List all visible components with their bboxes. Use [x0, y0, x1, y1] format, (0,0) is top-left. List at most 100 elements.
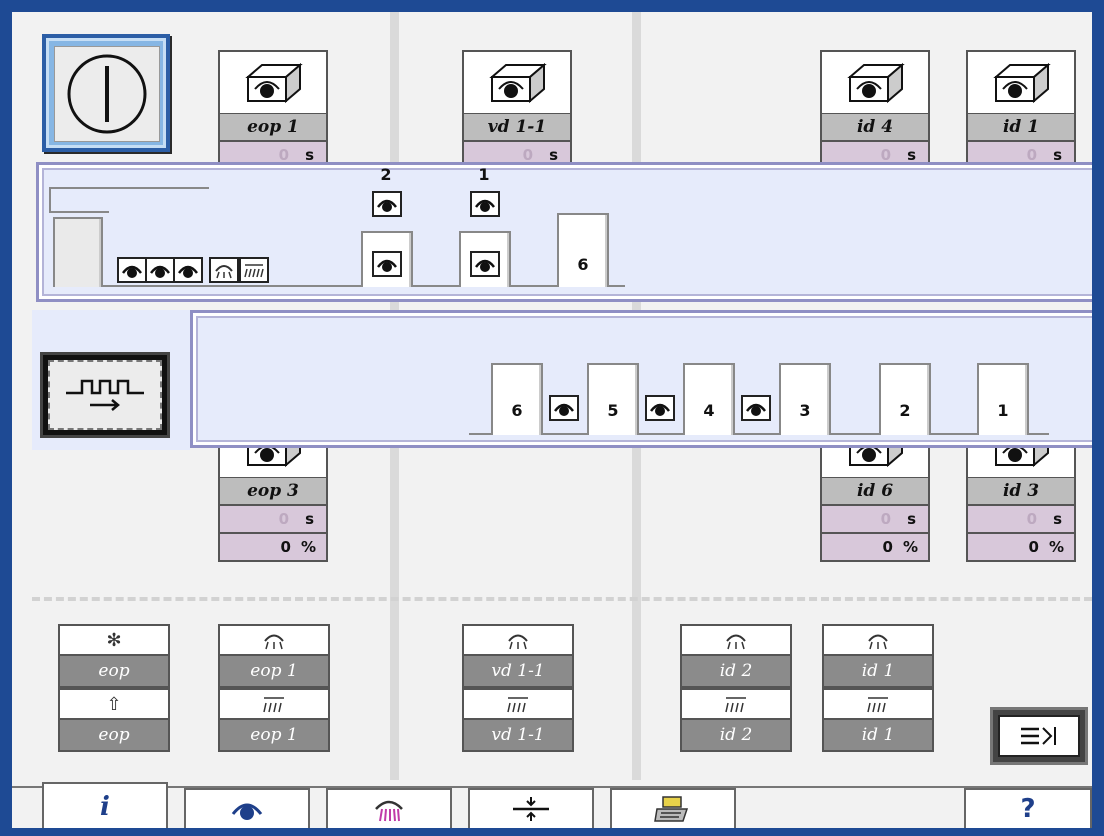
rail-line [49, 187, 51, 213]
sequence-number: 1 [997, 401, 1009, 420]
camera-label: eop 1 [218, 114, 328, 142]
camera-label: id 4 [820, 114, 930, 142]
control-label: eop 1 [218, 656, 330, 688]
control-label: vd 1-1 [462, 656, 574, 688]
help-icon: ? [1020, 794, 1036, 824]
pulse-icon [48, 360, 162, 430]
rail-line [469, 433, 1049, 435]
eye-icon [372, 251, 402, 277]
camera-eye-icon [231, 803, 263, 820]
loader-slot[interactable] [53, 217, 103, 287]
station-number: 1 [478, 165, 490, 184]
tab-info[interactable]: i [42, 782, 168, 828]
pulse-step-button[interactable] [40, 352, 170, 438]
power-button[interactable] [42, 34, 170, 152]
control-label: id 2 [680, 720, 792, 752]
camera-tile[interactable]: id 1 0s [966, 50, 1076, 170]
section-divider [32, 597, 1092, 601]
heater-button[interactable] [680, 688, 792, 720]
sequence-slot[interactable] [683, 363, 735, 435]
sequence-slot[interactable] [587, 363, 639, 435]
spray-button[interactable] [462, 624, 574, 656]
station-slot[interactable] [557, 213, 609, 287]
control-label: vd 1-1 [462, 720, 574, 752]
eye-icon [549, 395, 579, 421]
arrow-up-icon: ⇧ [106, 693, 122, 715]
camera-icon [820, 50, 930, 114]
list-step-icon [998, 715, 1080, 757]
camera-label: vd 1-1 [462, 114, 572, 142]
heater-button[interactable] [462, 688, 574, 720]
sequence-number: 5 [607, 401, 619, 420]
sequence-number: 6 [511, 401, 523, 420]
eye-icon [117, 257, 147, 283]
tab-printer[interactable] [610, 788, 736, 828]
camera-label: eop 3 [218, 478, 328, 506]
station-number: 2 [380, 165, 392, 184]
upload-button[interactable]: ⇧ [58, 688, 170, 720]
camera-seconds: 0s [218, 506, 328, 534]
spray-icon [726, 634, 746, 650]
heater-button[interactable] [218, 688, 330, 720]
heater-icon [867, 697, 888, 713]
spray-button[interactable] [680, 624, 792, 656]
camera-label: id 3 [966, 478, 1076, 506]
heater-icon [239, 257, 269, 283]
help-button[interactable]: ? [964, 788, 1092, 828]
control-label: id 2 [680, 656, 792, 688]
power-icon [54, 46, 160, 142]
control-label: eop 1 [218, 720, 330, 752]
heater-button[interactable] [822, 688, 934, 720]
tab-heating[interactable] [326, 788, 452, 828]
tab-split[interactable] [468, 788, 594, 828]
eye-icon [372, 191, 402, 217]
process-panel-bottom: 6 5 4 3 2 1 [190, 310, 1092, 448]
eye-icon [145, 257, 175, 283]
spray-icon [209, 257, 239, 283]
sequence-slot[interactable] [879, 363, 931, 435]
control-label: id 1 [822, 720, 934, 752]
camera-icon [462, 50, 572, 114]
eye-icon [173, 257, 203, 283]
heater-icon [507, 697, 528, 713]
split-icon [513, 797, 549, 821]
spray-button[interactable] [822, 624, 934, 656]
camera-seconds: 0s [966, 506, 1076, 534]
camera-tile[interactable]: eop 1 0s [218, 50, 328, 170]
camera-icon [218, 50, 328, 114]
eye-icon [470, 251, 500, 277]
spray-icon [264, 634, 284, 650]
rail-line [49, 187, 209, 189]
camera-percent: 0% [218, 534, 328, 562]
info-icon: i [100, 792, 110, 822]
printer-icon [654, 796, 689, 822]
camera-label: id 1 [966, 114, 1076, 142]
eye-icon [741, 395, 771, 421]
heater-icon [263, 697, 284, 713]
camera-percent: 0% [966, 534, 1076, 562]
snowflake-button[interactable]: ✻ [58, 624, 170, 656]
snowflake-icon: ✻ [106, 629, 122, 651]
process-panel-top: 2 1 6 [36, 162, 1092, 302]
sequence-slot[interactable] [977, 363, 1029, 435]
control-label: eop [58, 720, 170, 752]
sequence-number: 4 [703, 401, 715, 420]
spray-icon [868, 634, 888, 650]
camera-tile[interactable]: vd 1-1 0s [462, 50, 572, 170]
camera-tile[interactable]: id 4 0s [820, 50, 930, 170]
sequence-slot[interactable] [491, 363, 543, 435]
camera-seconds: 0s [820, 506, 930, 534]
sequence-number: 3 [799, 401, 811, 420]
eye-icon [645, 395, 675, 421]
eye-icon [470, 191, 500, 217]
heater-icon [375, 800, 403, 822]
control-label: eop [58, 656, 170, 688]
spray-button[interactable] [218, 624, 330, 656]
list-step-button[interactable] [990, 707, 1088, 765]
tab-camera[interactable] [184, 788, 310, 828]
rail-line [49, 211, 109, 213]
camera-label: id 6 [820, 478, 930, 506]
camera-icon [966, 50, 1076, 114]
heater-icon [725, 697, 746, 713]
sequence-slot[interactable] [779, 363, 831, 435]
